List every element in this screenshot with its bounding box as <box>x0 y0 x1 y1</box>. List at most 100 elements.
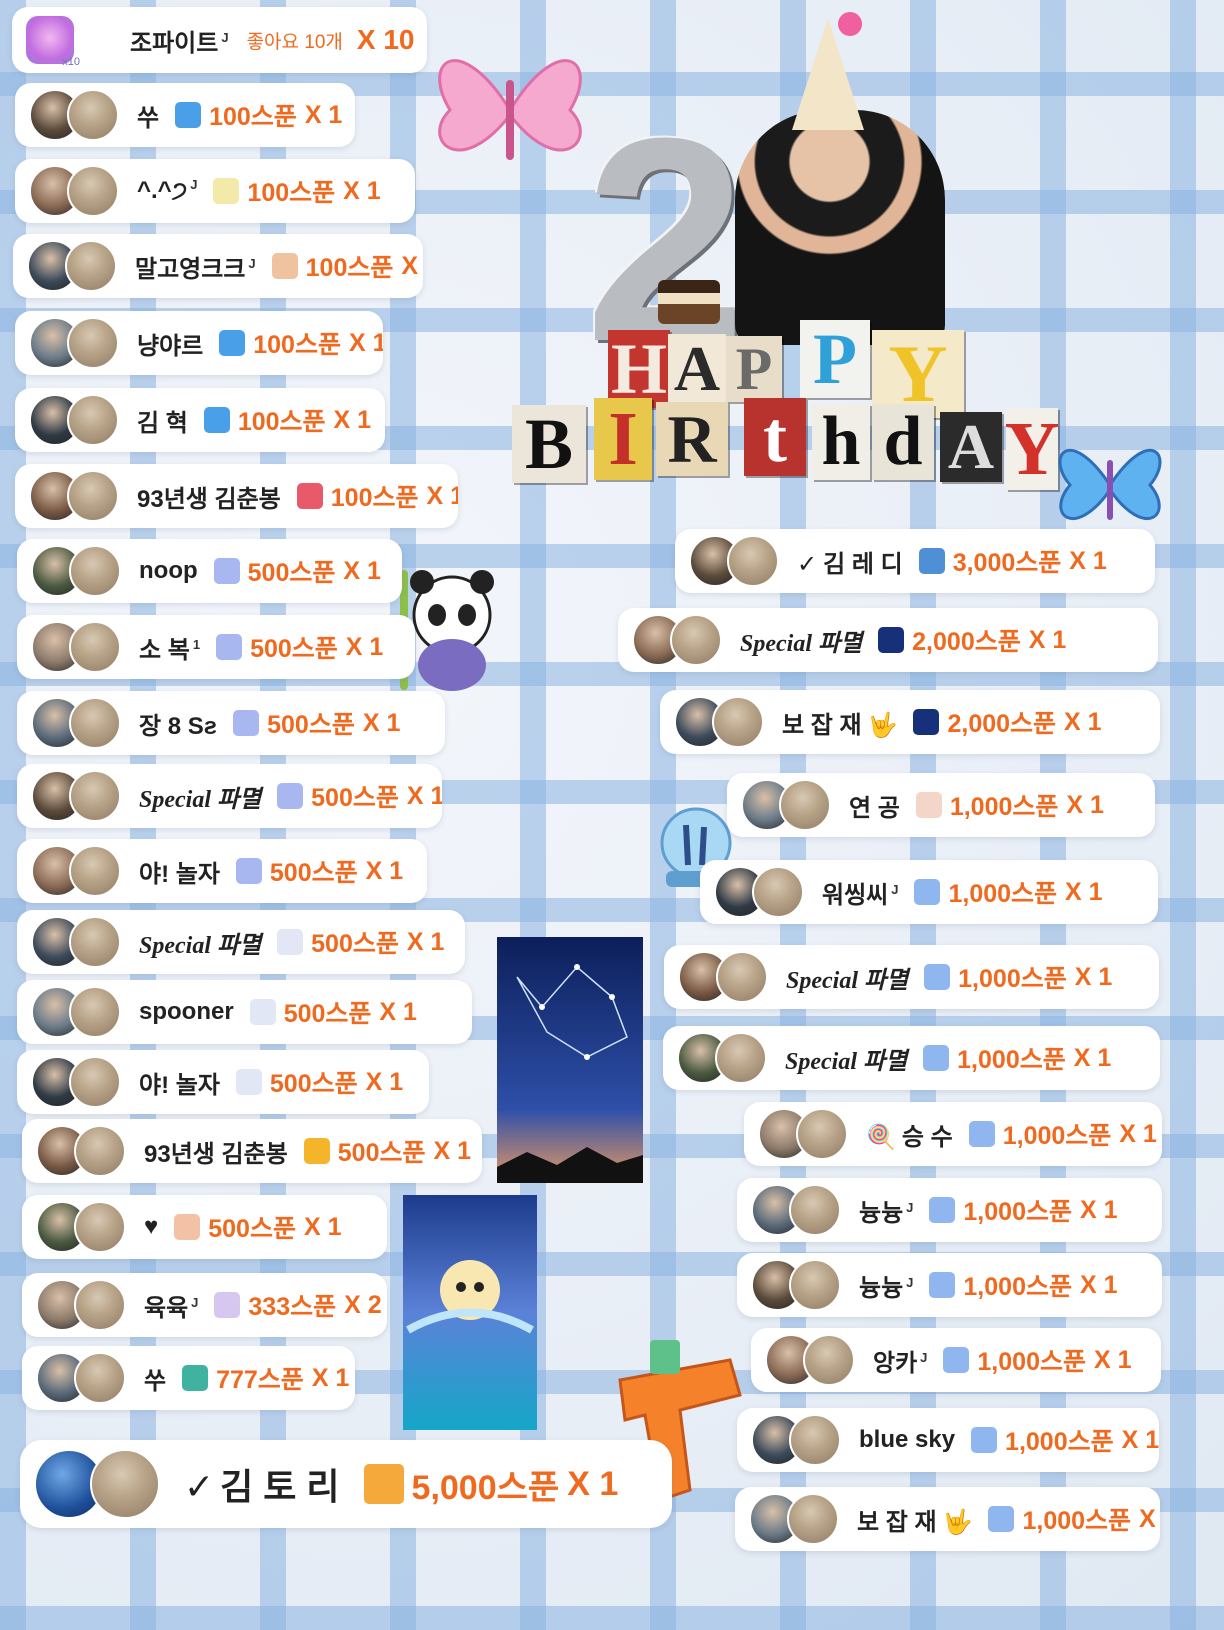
gift-multiplier: X 1 <box>1121 1425 1159 1454</box>
donor-name: Special 파멸 <box>740 623 862 658</box>
donor-name: 늉늉 J <box>859 1268 913 1303</box>
gift-multiplier: X 1 <box>343 176 381 205</box>
gift-multiplier: X 1 <box>348 328 383 357</box>
donation-card: 장 8 Sƨ 500스푼 X 1 <box>17 691 445 755</box>
gift-amount: 1,000스푼 <box>1005 1428 1114 1456</box>
gift-amount: 500스푼 <box>208 1215 296 1243</box>
donor-name: 야! 놀자 <box>139 854 220 889</box>
birthday-letter: R <box>656 401 728 477</box>
gift-amount: 1,000스푼 <box>1002 1122 1112 1150</box>
gift-multiplier: X 1 <box>1139 1504 1160 1533</box>
donor-name-text: 소 복 <box>139 636 190 664</box>
donor-name: 육육 J <box>144 1288 198 1323</box>
avatar-secondary <box>69 1056 121 1108</box>
donor-name: spooner <box>139 998 234 1026</box>
avatar-secondary <box>74 1201 126 1253</box>
gift-amount: 1,000스푼 <box>948 880 1058 908</box>
gift-amount: 500스푼 <box>247 559 336 587</box>
gift-amount: 1,000스푼 <box>957 1046 1066 1074</box>
gift-icon <box>277 783 304 809</box>
donor-name-text: 육육 <box>144 1294 189 1322</box>
donor-name: 워씽씨 J <box>822 875 898 910</box>
donor-name-text: 말고영크크 <box>135 255 246 283</box>
gift-icon <box>271 253 298 279</box>
gift-multiplier: X 1 <box>1028 625 1067 654</box>
donor-name-text: Special 파멸 <box>740 630 863 657</box>
gift-multiplier: X 1 <box>345 632 384 661</box>
donor-name: ✓ 김 레 디 <box>797 544 903 579</box>
gift-amount: 500스푼 <box>337 1139 426 1167</box>
donor-name: 말고영크크 J <box>135 249 256 284</box>
avatar-secondary <box>69 845 121 897</box>
donor-name: 🍭 승 수 <box>866 1117 953 1152</box>
gift-multiplier: X 1 <box>1119 1119 1157 1148</box>
donor-name-text: 승 수 <box>901 1123 953 1151</box>
gift-amount: 500스푼 <box>269 859 358 887</box>
gift-amount: 100스푼 <box>209 103 297 131</box>
gift-multiplier: X 1 <box>406 781 442 810</box>
gift-icon <box>235 858 262 884</box>
donor-name-text: 늉늉 <box>859 1274 904 1302</box>
donor-name: 쑤 <box>137 98 159 133</box>
gift-multiplier: X 1 <box>343 556 381 585</box>
gift-amount: 500스푼 <box>250 635 338 663</box>
avatar-secondary <box>796 1108 848 1160</box>
donor-name: 야! 놀자 <box>139 1065 220 1100</box>
avatar-secondary <box>69 916 121 968</box>
avatar-secondary <box>74 1352 126 1404</box>
gift-icon <box>878 627 905 653</box>
donor-name-text: 93년생 김춘봉 <box>144 1140 288 1168</box>
donation-card: Special 파멸 1,000스푼 X 1 <box>664 945 1159 1009</box>
donation-card: 앙카 J 1,000스푼 X 1 <box>751 1328 1161 1392</box>
donor-name-text: 쑤 <box>137 104 160 132</box>
avatar-secondary <box>67 317 119 369</box>
avatar-secondary <box>67 165 119 217</box>
gift-multiplier: X 1 <box>365 1067 404 1096</box>
gift-amount: 777스푼 <box>216 1366 304 1394</box>
donor-name-text: 보 잡 재 <box>782 711 862 739</box>
avatar-secondary <box>803 1334 855 1386</box>
donor-name-sup: J <box>190 177 198 192</box>
gift-amount: 1,000스푼 <box>949 793 1059 821</box>
gift-icon <box>233 710 260 736</box>
gift-multiplier: X 1 <box>567 1464 619 1503</box>
avatar-secondary <box>779 779 831 831</box>
avatar-secondary <box>715 1032 767 1084</box>
gift-multiplier: X 1 <box>1066 790 1104 819</box>
gift-multiplier: X 1 <box>379 997 417 1026</box>
birthday-letter: d <box>872 403 934 480</box>
gift-amount: 5,000스푼 <box>411 1468 560 1507</box>
gift-multiplier: X 1 <box>1079 1195 1118 1224</box>
donation-card: Special 파멸 500스푼 X 1 <box>17 910 465 974</box>
gift-icon <box>277 929 304 955</box>
gift-amount: 333스푼 <box>248 1293 337 1321</box>
gift-icon <box>971 1427 998 1453</box>
donor-name: 연 공 <box>849 788 900 823</box>
birthday-letter: B <box>512 404 586 484</box>
gift-amount: 500스푼 <box>311 784 399 812</box>
donor-name-text: noop <box>139 557 198 584</box>
top-donor-name: ✓ 김 토 리 <box>184 1466 340 1508</box>
donation-card: 야! 놀자 500스푼 X 1 <box>17 839 427 903</box>
gift-icon <box>213 178 240 204</box>
donation-card: Special 파멸 500스푼 X 1 <box>17 764 442 828</box>
top-donor-card: ✓ 김 토 리 5,000스푼 X 1 <box>20 1440 672 1528</box>
party-hat-pompom <box>838 12 862 36</box>
gift-icon <box>249 999 276 1025</box>
hand-sign-icon: 🤟 <box>942 1508 973 1536</box>
donor-name-sup: J <box>906 1274 914 1290</box>
gift-icon <box>219 330 246 356</box>
gift-multiplier: X 2 <box>344 1290 382 1319</box>
donor-name-text: ^.^੭ <box>137 177 188 204</box>
donation-card: 워씽씨 J 1,000스푼 X 1 <box>700 860 1158 924</box>
gift-icon <box>182 1365 209 1391</box>
donor-name-text: 냥야르 <box>137 332 204 360</box>
donor-name: 앙카 J <box>873 1343 927 1378</box>
donor-name: 소 복1 <box>139 630 200 665</box>
donor-name: 보 잡 재 🤟 <box>857 1502 972 1537</box>
avatar-secondary <box>727 535 779 587</box>
gift-icon <box>918 548 945 574</box>
lollipop-icon: 🍭 <box>866 1123 896 1151</box>
avatar-secondary <box>670 614 722 666</box>
donation-card: 보 잡 재 🤟 2,000스푼 X 1 <box>660 690 1160 754</box>
